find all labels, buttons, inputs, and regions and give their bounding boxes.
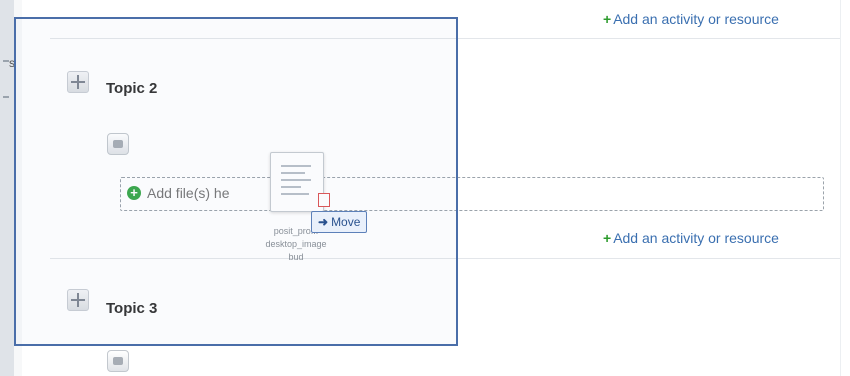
topic-title: Topic 2 [106, 80, 158, 97]
add-activity-label: Add an activity or resource [613, 11, 779, 27]
section-divider [50, 38, 850, 39]
file-caption-line: bud [288, 252, 304, 262]
file-dropzone[interactable]: + Add file(s) he [120, 177, 824, 211]
plus-icon: + [603, 11, 612, 27]
arrow-right-icon: ➜ [318, 215, 329, 229]
file-icon [318, 193, 330, 207]
add-activity-link[interactable]: + Add an activity or resource [603, 11, 779, 27]
add-circle-icon: + [127, 186, 141, 200]
add-activity-label: Add an activity or resource [613, 230, 779, 246]
section-divider [50, 258, 850, 259]
move-tooltip: ➜ Move [311, 211, 368, 233]
add-activity-link[interactable]: + Add an activity or resource [603, 230, 779, 246]
plus-icon: + [603, 230, 612, 246]
move-label: Move [331, 215, 361, 229]
edit-summary-icon[interactable] [107, 133, 129, 155]
dragged-file[interactable] [270, 152, 330, 212]
rail-fragment: s [9, 56, 15, 70]
file-caption-line: desktop_image [265, 239, 327, 249]
dropzone-label: Add file(s) he [147, 185, 230, 201]
section-right-edge [840, 0, 850, 376]
rail-tick [3, 96, 9, 98]
edit-summary-icon[interactable] [107, 350, 129, 372]
move-icon[interactable] [67, 289, 89, 311]
topic-title: Topic 3 [106, 300, 158, 317]
move-icon[interactable] [67, 71, 89, 93]
